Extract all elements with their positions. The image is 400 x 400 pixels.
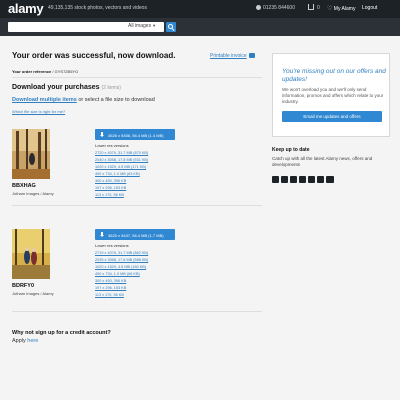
linkedin-icon[interactable] — [308, 176, 315, 183]
lower-res-link[interactable]: 197 x 296, 153 KB — [95, 286, 126, 290]
downloads-count: (2 items) — [101, 85, 121, 91]
divider — [12, 311, 262, 312]
credit-account-question: Why not sign up for a credit account? — [12, 330, 111, 336]
download-icon — [100, 132, 104, 137]
printable-invoice-label: Printable invoice — [210, 53, 247, 59]
search-category-select[interactable]: All images▼ — [128, 23, 156, 29]
phone-label: 01235 844600 — [263, 5, 295, 11]
lower-res-link[interactable]: 300 x 450, 396 KB — [95, 179, 126, 183]
alamy-logo[interactable]: alamy — [8, 1, 44, 16]
lower-res-link[interactable]: 1020 x 1529, 4.5 MB (180 KB) — [95, 265, 146, 269]
blog-icon[interactable] — [326, 176, 334, 183]
lower-res-link[interactable]: 490 x 734, 1.0 MB (66 KB) — [95, 272, 140, 276]
email-updates-button[interactable]: Email me updates and offers — [282, 111, 382, 122]
download-multiple-row: Download multiple items or select a file… — [12, 97, 155, 103]
divider — [12, 77, 262, 78]
search-category-label: All images — [128, 23, 152, 29]
autumn-trees-photo — [12, 129, 50, 179]
search-bar: All images▼ — [0, 18, 400, 36]
keep-up-text: Catch up with all the latest Alamy news,… — [272, 156, 373, 167]
item-thumbnail[interactable] — [12, 129, 50, 179]
download-button-label: 3626 x 5456, 56.4 MB (1.4 MB) — [108, 132, 164, 138]
facebook-icon[interactable] — [272, 176, 279, 183]
top-bar: alamy 49,135,135 stock photos, vectors a… — [0, 0, 400, 18]
page-title: Your order was successful, now download. — [12, 51, 176, 60]
apply-row: Apply here — [12, 338, 38, 344]
search-input[interactable]: All images▼ — [8, 22, 164, 32]
cart-icon[interactable] — [308, 4, 314, 10]
site-tagline: 49,135,135 stock photos, vectors and vid… — [48, 5, 147, 11]
printer-icon — [248, 53, 255, 58]
chevron-down-icon: ▼ — [152, 23, 157, 28]
my-alamy-label: My Alamy — [333, 6, 356, 12]
lower-res-link[interactable]: 197 x 296, 153 KB — [95, 186, 126, 190]
lower-res-link[interactable]: 2720 x 4079, 31.7 MB (870 KB) — [95, 151, 148, 155]
divider — [12, 205, 262, 206]
phone-icon — [256, 5, 261, 10]
downloads-heading-label: Download your purchases — [12, 84, 100, 91]
lower-res-link[interactable]: 2040 x 3058, 17.8 MB (531 KB) — [95, 158, 148, 162]
download-button[interactable]: 3626 x 5456, 56.4 MB (1.4 MB) — [95, 129, 175, 140]
main-content: Your order was successful, now download.… — [0, 36, 400, 400]
logout-link[interactable]: Logout — [362, 5, 377, 11]
lower-res-link[interactable]: 113 x 170, 56 KB — [95, 193, 124, 197]
download-multiple-link[interactable]: Download multiple items — [12, 97, 77, 103]
item-thumbnail[interactable] — [12, 229, 50, 279]
lower-res-link[interactable]: 300 x 450, 396 KB — [95, 279, 126, 283]
lower-res-heading: Lower res versions — [95, 243, 129, 248]
downloads-heading: Download your purchases (2 items) — [12, 84, 121, 91]
which-file-size-link[interactable]: Which file size is right for me? — [12, 109, 65, 114]
order-reference-label: Your order reference — [12, 69, 52, 74]
heart-icon: ♡ — [327, 6, 333, 12]
instagram-icon[interactable] — [299, 176, 306, 183]
image-credit: Jotham Images / Alamy — [12, 291, 54, 296]
purchase-item: BDRFY0 Jotham Images / Alamy 3625 x 5437… — [12, 229, 262, 329]
promo-text: We won't overload you and we'll only sen… — [282, 87, 384, 104]
apply-here-link[interactable]: here — [27, 338, 38, 344]
phone-number[interactable]: 01235 844600 — [256, 5, 295, 11]
pinterest-icon[interactable] — [290, 176, 297, 183]
google-plus-icon[interactable] — [317, 176, 324, 183]
search-button[interactable] — [166, 22, 176, 32]
apply-prefix: Apply — [12, 338, 26, 344]
promo-title: You're missing out on our offers and upd… — [282, 68, 386, 83]
lower-res-link[interactable]: 490 x 734, 1.0 MB (63 KB) — [95, 172, 140, 176]
cart-count: 0 — [317, 5, 320, 11]
order-reference: Your order reference / GYS72B5YG — [12, 69, 79, 74]
image-credit: Jotham Images / Alamy — [12, 191, 54, 196]
download-multiple-suffix: or select a file size to download — [78, 97, 155, 103]
lower-res-link[interactable]: 2039 x 3058, 17.8 MB (588 KB) — [95, 258, 148, 262]
download-button[interactable]: 3625 x 5437, 56.4 MB (1.7 MB) — [95, 229, 175, 240]
download-button-label: 3625 x 5437, 56.4 MB (1.7 MB) — [108, 232, 164, 238]
image-id: BDRFY0 — [12, 283, 35, 289]
lower-res-link[interactable]: 113 x 170, 56 KB — [95, 293, 124, 297]
my-alamy-link[interactable]: ♡ My Alamy — [327, 5, 355, 12]
twitter-icon[interactable] — [281, 176, 288, 183]
printable-invoice-link[interactable]: Printable invoice — [210, 53, 255, 59]
lower-res-link[interactable]: 2719 x 4078, 31.7 MB (862 KB) — [95, 251, 148, 255]
lower-res-link[interactable]: 1020 x 1529, 4.5 MB (171 KB) — [95, 165, 146, 169]
lower-res-heading: Lower res versions — [95, 143, 129, 148]
keep-up-title: Keep up to date — [272, 147, 310, 153]
order-reference-value: GYS72B5YG — [54, 69, 79, 74]
couple-walking-photo — [12, 229, 50, 279]
offers-promo-panel: You're missing out on our offers and upd… — [272, 53, 390, 137]
image-id: BBXHAG — [12, 183, 36, 189]
purchase-item: BBXHAG Jotham Images / Alamy 3626 x 5456… — [12, 129, 262, 229]
download-icon — [100, 232, 104, 237]
